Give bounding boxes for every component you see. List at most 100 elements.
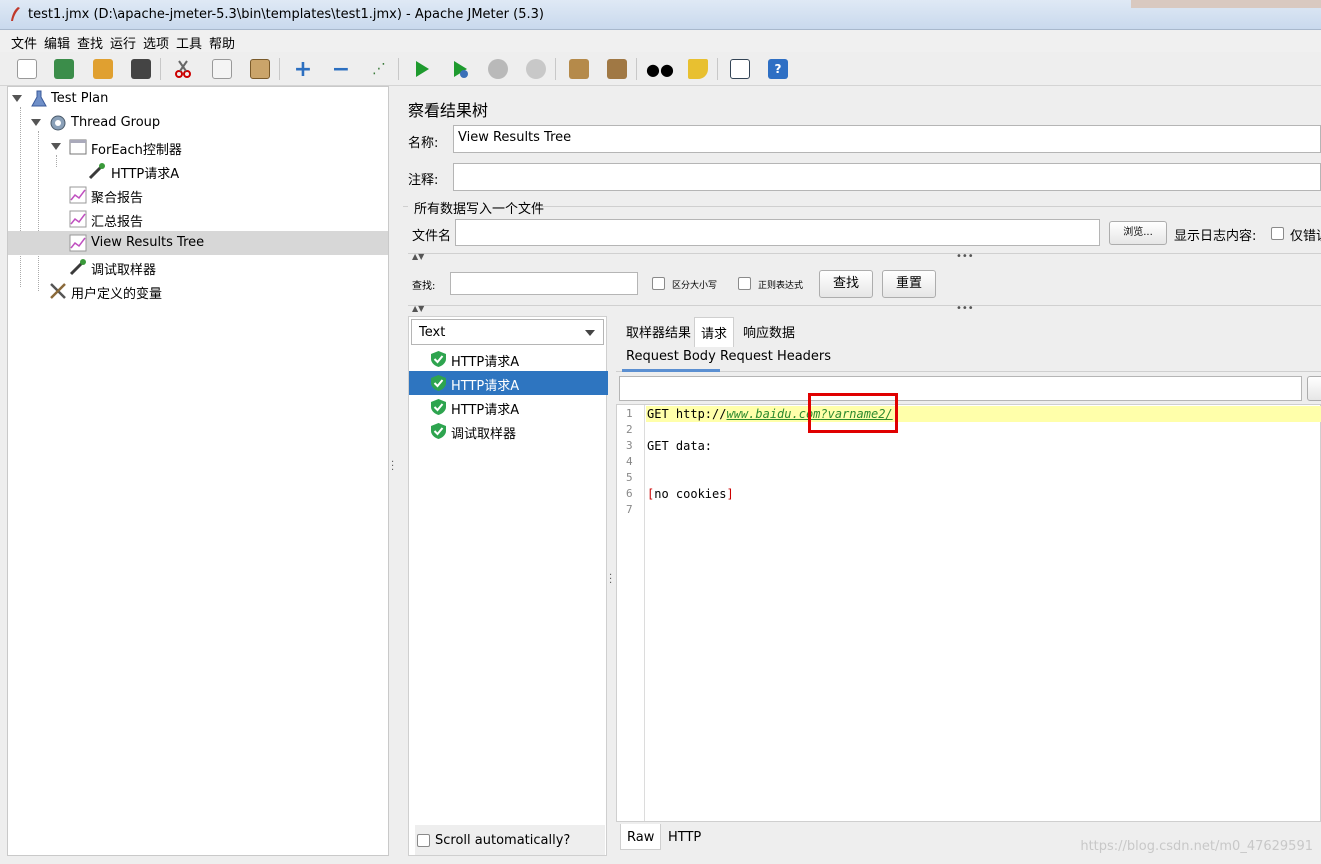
search-icon[interactable]: ●● (646, 56, 674, 82)
request-body-editor[interactable]: 1 2 3 4 5 6 7 GET http://www.baidu.com?v… (616, 393, 1321, 822)
code-line-6: [no cookies] (647, 487, 734, 501)
success-shield-icon (431, 375, 446, 391)
reset-search-icon[interactable] (685, 56, 711, 82)
gear-icon (50, 115, 66, 131)
jmeter-feather-icon (11, 7, 20, 21)
help-icon[interactable]: ? (765, 56, 791, 82)
new-icon[interactable] (14, 56, 40, 82)
tree-item-user-defined-variables[interactable]: 用户定义的变量 (8, 279, 388, 303)
comment-field[interactable] (453, 163, 1321, 191)
case-sensitive-checkbox[interactable] (652, 277, 665, 290)
line-number-gutter: 1 2 3 4 5 6 7 (617, 405, 645, 821)
open-icon[interactable] (90, 56, 116, 82)
chevron-down-icon[interactable] (31, 119, 41, 126)
test-plan-tree: Test Plan Thread Group ForEach控制器 HTTP请求… (7, 86, 389, 856)
watermark: https://blog.csdn.net/m0_47629591 (1080, 839, 1313, 854)
stop-icon[interactable] (485, 56, 511, 82)
menu-file[interactable]: 文件 (11, 33, 37, 52)
tab-request-headers[interactable]: Request Headers (716, 349, 835, 364)
menu-options[interactable]: 选项 (143, 33, 169, 52)
title-bar-decoration (1131, 0, 1321, 8)
tree-item-debug-sampler[interactable]: 调试取样器 (8, 255, 388, 279)
browse-button[interactable]: 浏览... (1109, 221, 1167, 245)
reset-button[interactable]: 重置 (882, 270, 936, 298)
tab-response-data[interactable]: 响应数据 (737, 320, 801, 343)
tree-item-test-plan[interactable]: Test Plan (8, 87, 388, 111)
collapse-icon[interactable]: − (328, 56, 354, 82)
menu-help[interactable]: 帮助 (209, 33, 235, 52)
copy-icon[interactable] (209, 56, 235, 82)
result-item[interactable]: 调试取样器 (409, 419, 608, 443)
result-item[interactable]: HTTP请求A (409, 395, 608, 419)
search-input[interactable] (450, 272, 638, 295)
menu-bar: 文件 编辑 查找 运行 选项 工具 帮助 (0, 30, 1321, 52)
file-group-title: 所有数据写入一个文件 (414, 202, 545, 217)
request-search-button[interactable] (1307, 376, 1321, 401)
tree-item-view-results-tree[interactable]: View Results Tree (8, 231, 388, 255)
annotation-highlight-box (808, 393, 898, 433)
page-title: 察看结果树 (408, 101, 489, 120)
menu-run[interactable]: 运行 (110, 33, 136, 52)
clear-icon[interactable] (566, 56, 592, 82)
function-helper-icon[interactable] (727, 56, 753, 82)
sampler-icon (88, 163, 105, 180)
paste-icon[interactable] (247, 56, 273, 82)
scroll-automatically-label: Scroll automatically? (435, 833, 571, 848)
start-no-pause-icon[interactable] (447, 56, 473, 82)
request-url-host[interactable]: www.baidu.com (726, 407, 820, 421)
comment-label: 注释: (408, 173, 439, 188)
tools-icon (50, 283, 66, 299)
save-icon[interactable] (128, 56, 154, 82)
middle-splitter[interactable]: ▲▼ ••• (408, 304, 1321, 314)
expand-icon[interactable]: + (290, 56, 316, 82)
tab-http[interactable]: HTTP (662, 828, 707, 847)
tab-sampler-result[interactable]: 取样器结果 (620, 320, 697, 343)
result-item[interactable]: HTTP请求A (409, 371, 608, 395)
templates-icon[interactable] (51, 56, 77, 82)
tree-item-foreach-controller[interactable]: ForEach控制器 (8, 135, 388, 159)
sampler-icon (69, 259, 86, 276)
shutdown-icon[interactable] (523, 56, 549, 82)
errors-only-checkbox[interactable] (1271, 227, 1284, 240)
tree-item-thread-group[interactable]: Thread Group (8, 111, 388, 135)
menu-tools[interactable]: 工具 (176, 33, 202, 52)
result-item[interactable]: HTTP请求A (409, 347, 608, 371)
graph-icon (69, 234, 87, 252)
find-button[interactable]: 查找 (819, 270, 873, 298)
tab-raw[interactable]: Raw (620, 824, 662, 850)
search-label: 查找: (412, 281, 436, 292)
toggle-icon[interactable]: ⋰ (366, 56, 392, 82)
log-content-label: 显示日志内容: (1174, 229, 1257, 244)
chevron-down-icon[interactable] (51, 143, 61, 150)
detail-tabs: 取样器结果 请求 响应数据 (616, 316, 1321, 347)
chevron-down-icon (585, 330, 595, 336)
scroll-automatically-checkbox[interactable] (417, 834, 430, 847)
menu-search[interactable]: 查找 (77, 33, 103, 52)
renderer-select[interactable]: Text (411, 319, 604, 345)
request-search-input[interactable] (619, 376, 1302, 401)
tree-item-aggregate-report[interactable]: 聚合报告 (8, 183, 388, 207)
filename-field[interactable] (455, 219, 1100, 246)
success-shield-icon (431, 423, 446, 439)
errors-only-label: 仅错误 (1290, 229, 1321, 244)
name-field[interactable]: View Results Tree (453, 125, 1321, 153)
controller-icon (69, 139, 87, 155)
cut-icon[interactable] (170, 56, 196, 82)
regex-checkbox[interactable] (738, 277, 751, 290)
success-shield-icon (431, 351, 446, 367)
graph-icon (69, 210, 87, 228)
chevron-down-icon[interactable] (12, 95, 22, 102)
toolbar: + − ⋰ ●● ? (0, 52, 1321, 86)
regex-label: 正则表达式 (758, 281, 804, 291)
main-splitter[interactable]: · · · (389, 86, 397, 856)
test-plan-icon (31, 90, 47, 107)
tab-request-body[interactable]: Request Body (622, 349, 720, 372)
tree-item-summary-report[interactable]: 汇总报告 (8, 207, 388, 231)
start-icon[interactable] (409, 56, 435, 82)
clear-all-icon[interactable] (604, 56, 630, 82)
menu-edit[interactable]: 编辑 (44, 33, 70, 52)
tree-item-http-request-a[interactable]: HTTP请求A (8, 159, 388, 183)
result-detail: 取样器结果 请求 响应数据 Request Body Request Heade… (616, 316, 1321, 864)
top-splitter[interactable]: ▲▼ ••• (408, 252, 1321, 262)
tab-request[interactable]: 请求 (694, 317, 735, 347)
